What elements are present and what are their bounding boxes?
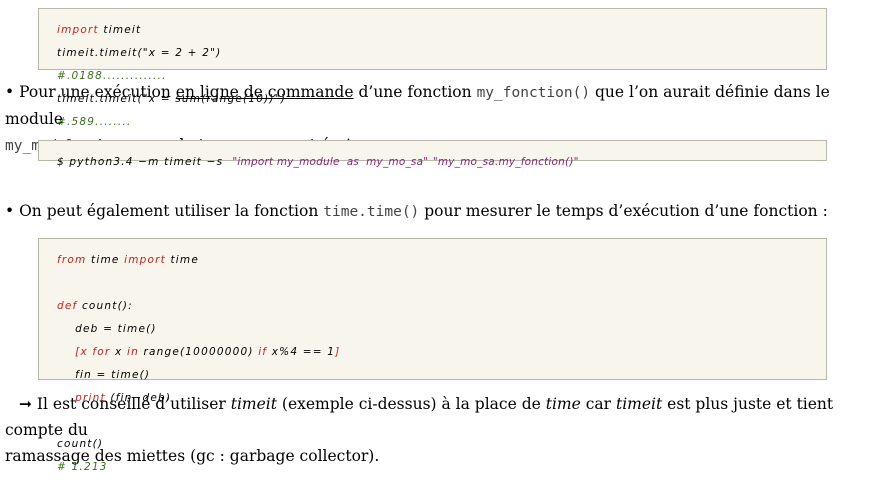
text: car	[580, 395, 616, 413]
paragraph-advice: ➞ Il est conseillé d’utiliser timeit (ex…	[5, 391, 865, 469]
code-text: deb = time()	[57, 322, 157, 335]
code-line: from time import time	[57, 253, 826, 267]
code-text: ]	[335, 345, 341, 358]
code-line: def count():	[57, 299, 826, 313]
keyword: if	[258, 345, 268, 358]
code-line: $ python3.4 −m timeit −s "import my_modu…	[57, 155, 826, 169]
text: Pour une exécution	[14, 83, 176, 101]
code-line: [x for x in range(10000000) if x%4 == 1]	[57, 345, 826, 359]
keyword: def	[57, 299, 78, 312]
inline-code: my_fonction()	[476, 85, 591, 101]
code-line: fin = time()	[57, 368, 826, 382]
code-text: time	[86, 253, 125, 266]
code-text: fin = time()	[57, 368, 151, 381]
text: ramassage des miettes (gc : garbage coll…	[5, 447, 380, 465]
bullet: •	[5, 83, 15, 101]
code-line: import timeit	[57, 23, 826, 37]
keyword: import	[57, 23, 99, 36]
string-literal: "my_mo_sa.my_fonction()"	[432, 155, 579, 168]
code-text: [x	[57, 345, 93, 358]
text: d’une fonction	[353, 83, 477, 101]
text: Il est conseillé d’utiliser	[32, 395, 231, 413]
arrow-icon: ➞	[19, 395, 32, 413]
code-text: time	[165, 253, 200, 266]
paragraph-time-function: • On peut également utiliser la fonction…	[5, 198, 865, 225]
code-text: timeit.timeit("x = 2 + 2")	[57, 46, 222, 59]
text: (exemple ci-dessus) à la place de	[276, 395, 546, 413]
underlined-phrase: en ligne de commande	[175, 83, 354, 101]
code-text: x%4 == 1	[267, 345, 336, 358]
code-text: count():	[77, 299, 133, 312]
shell-command: $ python3.4 −m timeit −s	[57, 155, 233, 168]
bullet: •	[5, 202, 15, 220]
code-line: timeit.timeit("x = 2 + 2")	[57, 46, 826, 60]
emphasis: time	[545, 395, 581, 413]
code-text: range(10000000)	[138, 345, 259, 358]
emphasis: timeit	[615, 395, 663, 413]
string-literal: "import my_module as my_mo_sa"	[232, 155, 429, 168]
text: On peut également utiliser la fonction	[14, 202, 324, 220]
keyword: for	[92, 345, 111, 358]
inline-code: time.time()	[323, 204, 420, 220]
code-block-timeit: import timeit timeit.timeit("x = 2 + 2")…	[38, 8, 827, 127]
keyword: import	[124, 253, 166, 266]
code-text: timeit	[98, 23, 142, 36]
keyword: from	[57, 253, 87, 266]
code-line: deb = time()	[57, 322, 826, 336]
keyword: in	[126, 345, 139, 358]
code-block-shell: $ python3.4 −m timeit −s "import my_modu…	[38, 140, 827, 167]
code-block-time: from time import time def count(): deb =…	[38, 238, 827, 472]
text: pour mesurer le temps d’exécution d’une …	[419, 202, 828, 220]
code-text: x	[110, 345, 127, 358]
emphasis: timeit	[230, 395, 277, 413]
